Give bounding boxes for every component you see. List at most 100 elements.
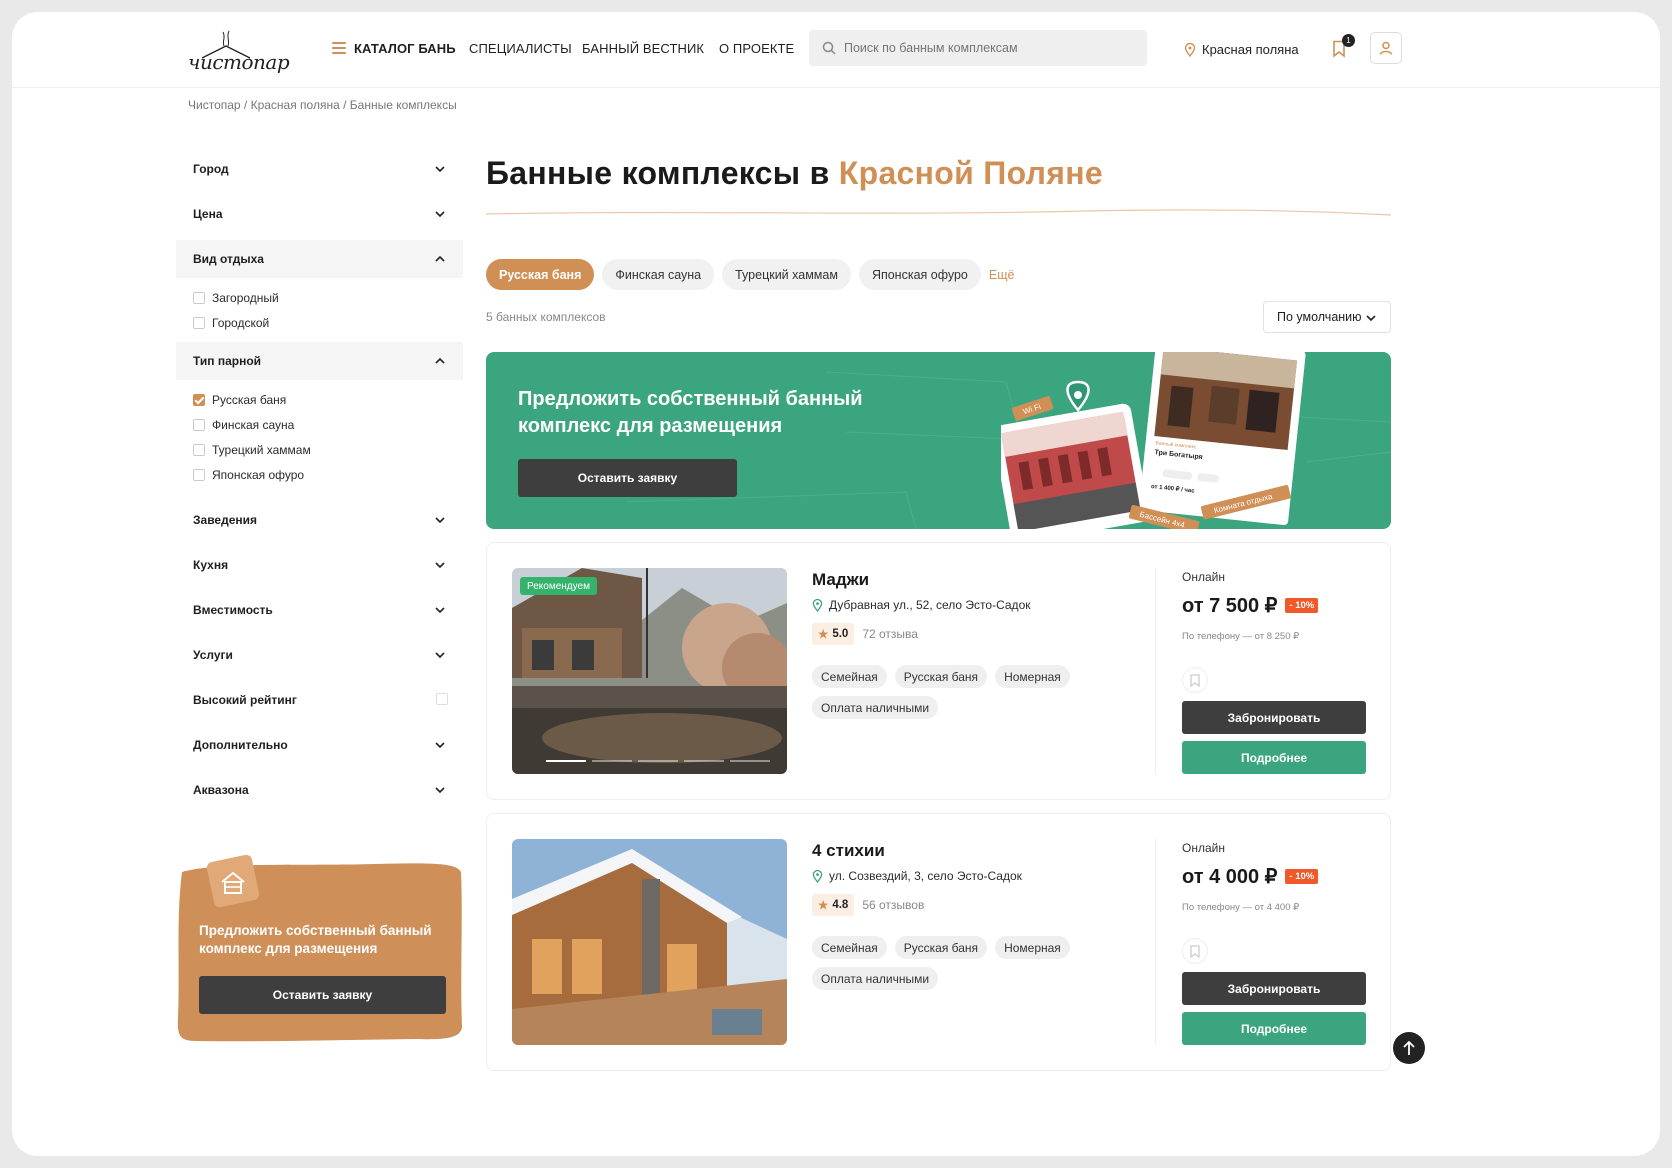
option-turkish-hammam[interactable]: Турецкий хаммам <box>193 437 463 462</box>
catalog-menu-icon[interactable] <box>332 42 346 54</box>
sidebar-promo-button[interactable]: Оставить заявку <box>199 976 446 1014</box>
tag: Семейная <box>812 665 887 688</box>
tag: Оплата наличными <box>812 967 939 990</box>
checkbox[interactable] <box>193 291 205 304</box>
listing-photo-image <box>512 568 787 774</box>
book-button[interactable]: Забронировать <box>1182 701 1366 734</box>
page-title: Банные комплексы в Красной Поляне <box>486 155 1103 192</box>
filter-high-rating[interactable]: Высокий рейтинг <box>176 681 463 719</box>
promo-banner-title: Предложить собственный банный комплекс д… <box>518 388 863 437</box>
breadcrumb[interactable]: Чистопар / Красная поляна / Банные компл… <box>188 98 457 112</box>
promo-banner-button[interactable]: Оставить заявку <box>518 459 737 497</box>
filter-extra-label: Дополнительно <box>193 738 288 752</box>
tag: Русская баня <box>894 665 988 688</box>
listing-address: Дубравная ул., 52, село Эсто-Садок <box>812 598 1031 612</box>
listing-photo-image <box>512 839 787 1045</box>
high-rating-checkbox[interactable] <box>436 693 448 705</box>
listing-name[interactable]: 4 стихии <box>812 841 885 861</box>
chips-more-link[interactable]: Ещё <box>989 268 1015 282</box>
filter-venues[interactable]: Заведения <box>176 501 463 539</box>
star-icon: ★ <box>818 900 829 912</box>
nav-journal[interactable]: БАННЫЙ ВЕСТНИК <box>582 41 704 56</box>
reviews-link[interactable]: 56 отзывов <box>862 898 924 912</box>
filter-kitchen[interactable]: Кухня <box>176 546 463 584</box>
listing-rating: ★ 4.8 56 отзывов <box>812 894 924 916</box>
sort-select[interactable]: По умолчанию <box>1263 301 1391 333</box>
option-country[interactable]: Загородный <box>193 285 463 310</box>
search-icon <box>822 41 836 55</box>
chevron-down-icon <box>435 517 445 524</box>
listing-rating: ★ 5.0 72 отзыва <box>812 623 918 645</box>
details-button[interactable]: Подробнее <box>1182 1012 1366 1045</box>
sidebar-promo-title: Предложить собственный банный комплекс д… <box>199 923 432 956</box>
photo-carousel-dots[interactable] <box>546 760 770 762</box>
listing-tags: Семейная Русская баня Номерная Оплата на… <box>812 665 1092 719</box>
option-russian-banya[interactable]: Русская баня <box>193 387 463 412</box>
filter-city-label: Город <box>193 162 229 176</box>
sidebar-promo: Предложить собственный банный комплекс д… <box>176 852 463 1042</box>
steam-type-chips: Русская баня Финская сауна Турецкий хамм… <box>486 259 1014 290</box>
details-button[interactable]: Подробнее <box>1182 741 1366 774</box>
chevron-down-icon <box>435 652 445 659</box>
book-button[interactable]: Забронировать <box>1182 972 1366 1005</box>
location-pin-icon <box>1184 42 1196 57</box>
option-japanese-ofuro[interactable]: Японская офуро <box>193 462 463 487</box>
chip-russian-banya[interactable]: Русская баня <box>486 259 595 290</box>
scroll-to-top-button[interactable] <box>1393 1032 1425 1064</box>
star-icon: ★ <box>818 629 829 641</box>
bookmark-icon <box>1190 944 1200 958</box>
page-title-prefix: Банные комплексы в <box>486 155 839 191</box>
profile-button[interactable] <box>1370 32 1402 64</box>
rest-type-options: Загородный Городской <box>176 278 463 342</box>
chevron-down-icon <box>1366 315 1376 322</box>
city-selector[interactable]: Красная поляна <box>1184 42 1299 57</box>
listing-price: от 4 000 ₽ - 10% <box>1182 864 1319 889</box>
filter-venues-label: Заведения <box>193 513 258 527</box>
nav-catalog[interactable]: КАТАЛОГ БАНЬ <box>354 41 456 56</box>
user-icon <box>1379 41 1393 55</box>
filter-rest-type[interactable]: Вид отдыха <box>176 240 463 278</box>
chevron-down-icon <box>435 787 445 794</box>
filter-services[interactable]: Услуги <box>176 636 463 674</box>
option-city[interactable]: Городской <box>193 310 463 335</box>
option-finnish-sauna[interactable]: Финская сауна <box>193 412 463 437</box>
logo[interactable]: чистопар <box>188 24 290 80</box>
rating-box: ★ 5.0 <box>812 623 855 645</box>
checkbox-checked[interactable] <box>193 393 205 406</box>
checkbox[interactable] <box>193 468 205 481</box>
filter-steam-type[interactable]: Тип парной <box>176 342 463 380</box>
chip-finnish-sauna[interactable]: Финская сауна <box>602 259 715 290</box>
chip-japanese-ofuro[interactable]: Японская офуро <box>858 259 981 290</box>
chevron-down-icon <box>435 562 445 569</box>
bookmark-button[interactable] <box>1182 667 1208 693</box>
listing-card[interactable]: Рекомендуем Маджи Дубравная ул., 52, сел… <box>486 542 1391 800</box>
tag: Семейная <box>812 936 887 959</box>
filter-high-rating-label: Высокий рейтинг <box>193 693 297 707</box>
filter-extra[interactable]: Дополнительно <box>176 726 463 764</box>
filter-price-label: Цена <box>193 207 223 221</box>
listing-card[interactable]: 4 стихии ул. Созвездий, 3, село Эсто-Сад… <box>486 813 1391 1071</box>
listing-photo[interactable]: Рекомендуем <box>512 568 787 774</box>
filter-price[interactable]: Цена <box>176 195 463 233</box>
checkbox[interactable] <box>193 316 205 329</box>
checkbox[interactable] <box>193 443 205 456</box>
online-label: Онлайн <box>1182 570 1225 584</box>
nav-about[interactable]: О ПРОЕКТЕ <box>719 41 794 56</box>
listing-address-text: Дубравная ул., 52, село Эсто-Садок <box>829 598 1031 612</box>
listing-name[interactable]: Маджи <box>812 570 869 590</box>
chip-turkish-hammam[interactable]: Турецкий хаммам <box>722 259 851 290</box>
discount-badge: - 10% <box>1285 598 1319 613</box>
option-label: Японская офуро <box>212 467 305 482</box>
bookmark-button[interactable] <box>1182 938 1208 964</box>
filter-capacity[interactable]: Вместимость <box>176 591 463 629</box>
search-input[interactable] <box>844 41 1134 55</box>
reviews-link[interactable]: 72 отзыва <box>862 627 918 641</box>
checkbox[interactable] <box>193 418 205 431</box>
search-box[interactable] <box>809 30 1147 66</box>
nav-specialists[interactable]: СПЕЦИАЛИСТЫ <box>469 41 572 56</box>
tag: Русская баня <box>894 936 988 959</box>
listing-address-text: ул. Созвездий, 3, село Эсто-Садок <box>829 869 1022 883</box>
filter-aquazone[interactable]: Аквазона <box>176 771 463 809</box>
filter-city[interactable]: Город <box>176 150 463 188</box>
listing-photo[interactable] <box>512 839 787 1045</box>
